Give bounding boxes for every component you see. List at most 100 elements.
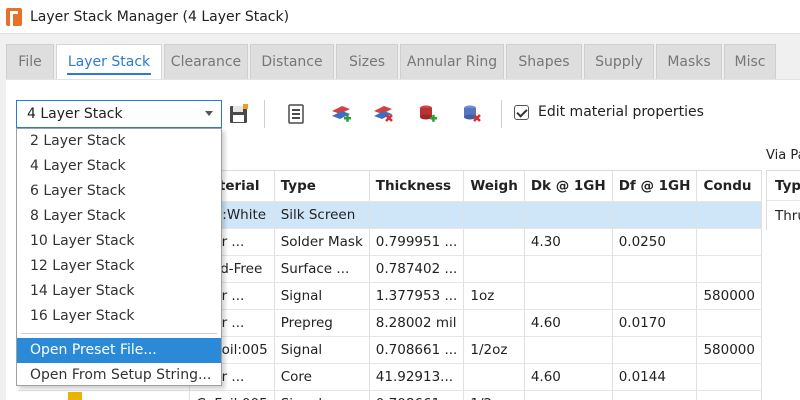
dropdown-item-10-layer[interactable]: 10 Layer Stack: [17, 229, 221, 254]
table-cell[interactable]: [524, 282, 613, 310]
table-cell[interactable]: Signal: [274, 282, 370, 310]
table-cell[interactable]: 580000: [696, 282, 762, 310]
tab-layer-stack[interactable]: Layer Stack: [56, 44, 162, 79]
tab-sizes[interactable]: Sizes: [336, 44, 398, 79]
layer-stack-dropdown: 2 Layer Stack 4 Layer Stack 6 Layer Stac…: [16, 128, 222, 386]
add-stack-icon[interactable]: [416, 103, 438, 125]
column-header[interactable]: Weigh: [463, 171, 525, 202]
table-cell[interactable]: 1/2oz: [463, 336, 525, 364]
tab-clearance[interactable]: Clearance: [164, 44, 248, 79]
save-icon[interactable]: [228, 103, 250, 125]
table-cell[interactable]: [463, 309, 525, 337]
via-type-header[interactable]: Typ: [767, 171, 800, 201]
column-header[interactable]: Thickness: [369, 171, 465, 202]
dropdown-item-8-layer[interactable]: 8 Layer Stack: [17, 204, 221, 229]
table-cell[interactable]: Solder Mask: [274, 228, 370, 256]
table-cell[interactable]: Signal: [274, 336, 370, 364]
table-cell[interactable]: [369, 201, 465, 229]
table-cell[interactable]: [696, 309, 762, 337]
column-header[interactable]: Dk @ 1GH: [524, 171, 613, 202]
add-layer-icon[interactable]: [330, 103, 352, 125]
table-cell[interactable]: [612, 390, 698, 400]
column-header[interactable]: Type: [274, 171, 370, 202]
table-cell[interactable]: [696, 228, 762, 256]
window-title: Layer Stack Manager (4 Layer Stack): [30, 8, 290, 25]
via-panel-grid: Typ Thru: [766, 170, 800, 230]
table-cell[interactable]: 0.0144: [612, 363, 698, 391]
table-cell[interactable]: 4.30: [524, 228, 613, 256]
table-cell[interactable]: 41.92913...: [369, 363, 465, 391]
table-cell[interactable]: [524, 336, 613, 364]
table-cell[interactable]: Signal: [274, 390, 370, 400]
edit-material-checkbox[interactable]: [514, 104, 529, 120]
table-cell[interactable]: 0.799951 ...: [369, 228, 465, 256]
table-cell[interactable]: [696, 201, 762, 229]
table-cell[interactable]: [612, 255, 698, 283]
via-panel-label: Via Pa: [766, 148, 800, 163]
dropdown-item-open-preset[interactable]: Open Preset File...: [17, 338, 221, 363]
table-cell[interactable]: 0.0250: [612, 228, 698, 256]
table-cell[interactable]: 4.60: [524, 363, 613, 391]
table-cell[interactable]: [18, 390, 191, 400]
table-cell[interactable]: [524, 201, 613, 229]
table-cell[interactable]: [696, 363, 762, 391]
via-type-cell[interactable]: Thru: [767, 201, 800, 230]
layer-color-swatch: [68, 392, 82, 400]
table-cell[interactable]: 0.0170: [612, 309, 698, 337]
table-cell[interactable]: 4.60: [524, 309, 613, 337]
dropdown-item-14-layer[interactable]: 14 Layer Stack: [17, 279, 221, 304]
tab-masks[interactable]: Masks: [656, 44, 722, 79]
table-cell[interactable]: 1/2: [463, 390, 525, 400]
tab-annular-ring[interactable]: Annular Ring: [400, 44, 504, 79]
table-cell[interactable]: Silk Screen: [274, 201, 370, 229]
chevron-down-icon: [205, 111, 213, 116]
table-cell[interactable]: [612, 201, 698, 229]
edit-material-checkbox-group[interactable]: Edit material properties: [514, 104, 704, 120]
table-cell[interactable]: Prepreg: [274, 309, 370, 337]
table-cell[interactable]: [524, 255, 613, 283]
table-cell[interactable]: 1.377953 ...: [369, 282, 465, 310]
table-cell[interactable]: 8.28002 mil: [369, 309, 465, 337]
toolbar-separator: [264, 100, 265, 128]
tab-supply[interactable]: Supply: [584, 44, 654, 79]
dropdown-item-4-layer[interactable]: 4 Layer Stack: [17, 154, 221, 179]
table-cell[interactable]: [524, 390, 613, 400]
table-cell[interactable]: 0.787402 ...: [369, 255, 465, 283]
delete-stack-icon[interactable]: [460, 103, 482, 125]
table-cell[interactable]: [463, 201, 525, 229]
dropdown-item-2-layer[interactable]: 2 Layer Stack: [17, 129, 221, 154]
table-cell[interactable]: 580000: [696, 336, 762, 364]
dropdown-item-12-layer[interactable]: 12 Layer Stack: [17, 254, 221, 279]
table-cell[interactable]: Surface ...: [274, 255, 370, 283]
table-cell[interactable]: [463, 363, 525, 391]
tab-shapes[interactable]: Shapes: [506, 44, 582, 79]
dropdown-item-16-layer[interactable]: 16 Layer Stack: [17, 304, 221, 329]
title-bar: Layer Stack Manager (4 Layer Stack): [0, 0, 800, 34]
tab-misc[interactable]: Misc: [724, 44, 776, 79]
tab-distance[interactable]: Distance: [250, 44, 334, 79]
toolbar-separator: [501, 100, 502, 128]
layer-stack-select[interactable]: 4 Layer Stack: [16, 100, 222, 128]
tab-bar: File Layer Stack Clearance Distance Size…: [0, 44, 800, 79]
table-row[interactable]: CuFoil:005Signal0.7086611/2: [18, 390, 762, 400]
delete-layer-icon[interactable]: [372, 103, 394, 125]
table-cell[interactable]: [612, 282, 698, 310]
table-cell[interactable]: [696, 390, 762, 400]
edit-material-label: Edit material properties: [538, 104, 704, 120]
table-cell[interactable]: [612, 336, 698, 364]
table-cell[interactable]: 1oz: [463, 282, 525, 310]
layer-list-icon[interactable]: [285, 103, 307, 125]
table-cell[interactable]: [463, 228, 525, 256]
column-header[interactable]: Df @ 1GH: [612, 171, 698, 202]
dropdown-item-6-layer[interactable]: 6 Layer Stack: [17, 179, 221, 204]
dropdown-item-open-setup-string[interactable]: Open From Setup String...: [17, 363, 221, 388]
table-cell[interactable]: CuFoil:005: [189, 390, 275, 400]
column-header[interactable]: Condu: [696, 171, 762, 202]
app-logo-icon: [6, 7, 22, 26]
table-cell[interactable]: [696, 255, 762, 283]
table-cell[interactable]: 0.708661 ...: [369, 336, 465, 364]
table-cell[interactable]: [463, 255, 525, 283]
table-cell[interactable]: 0.708661: [369, 390, 465, 400]
tab-file[interactable]: File: [6, 44, 54, 79]
table-cell[interactable]: Core: [274, 363, 370, 391]
